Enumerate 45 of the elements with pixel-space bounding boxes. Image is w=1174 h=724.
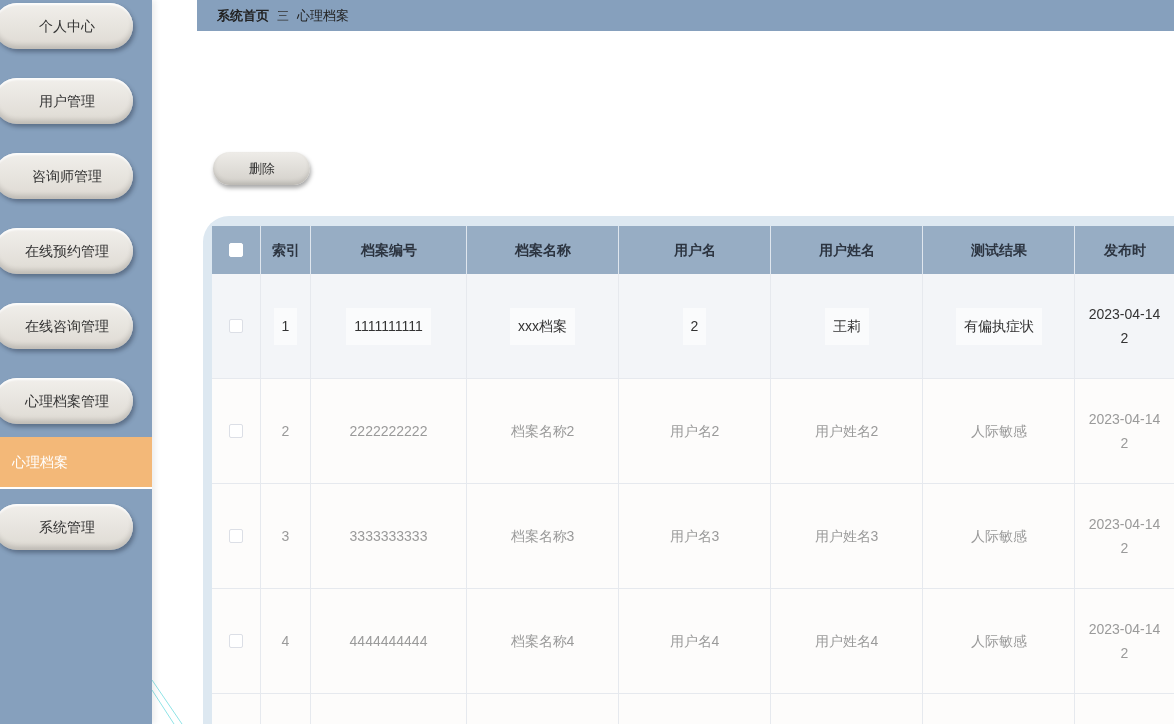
table-cell-text: 2023-04-14 2 (1088, 305, 1161, 348)
breadcrumb-current: 心理档案 (297, 6, 349, 25)
table-cell-text: 2023-04-14 2 (1088, 410, 1161, 453)
table-cell-text: 3 (280, 526, 291, 546)
table-cell: 王莉 (824, 307, 869, 345)
table-cell: 2 (682, 307, 707, 345)
table-cell: 1 (273, 307, 298, 345)
sidebar-menu-button[interactable]: 在线预约管理 (0, 228, 133, 274)
table-cell-text: 2023-04-14 2 (1088, 620, 1161, 663)
table-cell-text: 用户名3 (668, 526, 721, 546)
breadcrumb-separator: 三 (277, 7, 289, 25)
checkbox[interactable] (229, 634, 243, 648)
sidebar-menu-button[interactable]: 个人中心 (0, 3, 133, 49)
table-cell-text: 用户名4 (668, 631, 721, 651)
table-cell-text: 人际敏感 (969, 421, 1028, 441)
sidebar-menu-button[interactable]: 心理档案管理 (0, 378, 133, 424)
table-row[interactable]: 1 1111111111 xxx档案 2 王莉 有偏执症状 2023-04-14 2 (212, 274, 1174, 379)
table-cell-text: 用户姓名2 (813, 421, 880, 441)
checkbox[interactable] (229, 424, 243, 438)
table-cell-text: 用户名2 (668, 421, 721, 441)
delete-button[interactable]: 删除 (213, 152, 310, 185)
table-cell-text: 人际敏感 (969, 526, 1028, 546)
table-cell-text: 档案名称3 (509, 526, 576, 546)
table-cell-text: 人际敏感 (969, 631, 1028, 651)
sidebar-menu-button[interactable]: 系统管理 (0, 504, 133, 550)
table-cell-text: 档案名称2 (509, 421, 576, 441)
table-cell-text: 2222222222 (348, 421, 429, 441)
table-cell-text: 2023-04-14 2 (1088, 515, 1161, 558)
sidebar-menu-button[interactable]: 用户管理 (0, 78, 133, 124)
checkbox[interactable] (229, 529, 243, 543)
table-cell: 1111111111 (346, 307, 431, 345)
table-cell-text: 4 (280, 631, 291, 651)
column-header: 发布时 (1102, 240, 1147, 260)
table-cell-text: 用户姓名4 (813, 631, 880, 651)
checkbox[interactable] (229, 319, 243, 333)
table-cell-text: 4444444444 (348, 631, 429, 651)
breadcrumb-link[interactable]: 系统首页 (217, 5, 269, 26)
table-cell-text: 2 (280, 421, 291, 441)
table-cell-text: 用户姓名3 (813, 526, 880, 546)
sidebar-menu-button[interactable]: 咨询师管理 (0, 153, 133, 199)
table-cell: xxx档案 (510, 307, 575, 345)
sidebar-menu-button[interactable]: 在线咨询管理 (0, 303, 133, 349)
table-cell-text: 3333333333 (348, 526, 429, 546)
table-cell-text: 档案名称4 (509, 631, 576, 651)
table-cell: 有偏执症状 (955, 307, 1042, 345)
